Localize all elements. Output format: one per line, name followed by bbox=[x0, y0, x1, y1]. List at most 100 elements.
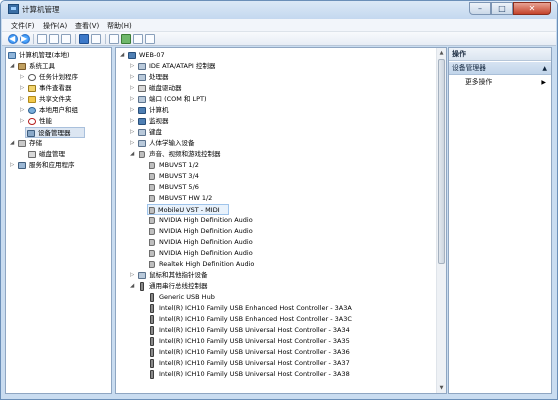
tree-label: 计算机管理(本地) bbox=[19, 51, 70, 59]
speaker-icon bbox=[149, 207, 155, 214]
arrow-left-icon: ◀ bbox=[9, 34, 16, 43]
device-item-selected[interactable]: MobileU VST - MIDI bbox=[147, 204, 229, 215]
ide-controller-icon bbox=[138, 63, 146, 70]
collapse-triangle-icon[interactable]: ◢ bbox=[130, 149, 134, 160]
tree-label: 事件查看器 bbox=[39, 84, 72, 92]
speaker-icon bbox=[149, 184, 155, 191]
computer-management-icon bbox=[8, 4, 19, 14]
expand-triangle-icon[interactable]: ▷ bbox=[130, 105, 134, 116]
speaker-icon bbox=[139, 151, 145, 158]
expand-triangle-icon[interactable]: ▷ bbox=[130, 127, 134, 138]
actions-section-label: 设备管理器 bbox=[452, 64, 486, 72]
help-button[interactable] bbox=[79, 34, 89, 44]
toolbar-separator bbox=[75, 34, 76, 44]
speaker-icon bbox=[149, 173, 155, 180]
tree-label: 设备管理器 bbox=[38, 129, 71, 137]
device-manager-icon bbox=[27, 130, 35, 137]
properties-button[interactable] bbox=[61, 34, 71, 44]
tree-label: NVIDIA High Definition Audio bbox=[159, 216, 253, 224]
caption-buttons: – □ ✕ bbox=[469, 2, 551, 15]
processor-icon bbox=[138, 74, 146, 81]
expand-triangle-icon[interactable]: ▷ bbox=[130, 83, 134, 94]
expand-triangle-icon[interactable]: ▷ bbox=[20, 72, 24, 83]
scroll-up-icon[interactable]: ▲ bbox=[438, 49, 445, 57]
tree-label: 本地用户和组 bbox=[39, 106, 78, 114]
expand-triangle-icon[interactable]: ▷ bbox=[20, 116, 24, 127]
close-button[interactable]: ✕ bbox=[513, 2, 551, 15]
expand-triangle-icon[interactable]: ▷ bbox=[20, 94, 24, 105]
tree-label: 性能 bbox=[39, 117, 52, 125]
expand-triangle-icon[interactable]: ▷ bbox=[20, 105, 24, 116]
title-bar: 计算机管理 – □ ✕ bbox=[1, 1, 557, 19]
usb-icon bbox=[150, 370, 154, 379]
update-driver-button[interactable] bbox=[121, 34, 131, 44]
up-one-level-button[interactable] bbox=[37, 34, 47, 44]
tree-label: NVIDIA High Definition Audio bbox=[159, 238, 253, 246]
console-tree-pane: 计算机管理(本地) ◢ 系统工具 ▷ 任务计划程序 ▷ 事件查看器 ▷ 共享文件… bbox=[5, 47, 112, 394]
tree-label: 鼠标和其他指针设备 bbox=[149, 271, 208, 279]
actions-section-device-manager[interactable]: 设备管理器 ▲ bbox=[449, 62, 551, 75]
usb-icon bbox=[150, 337, 154, 346]
collapse-triangle-icon[interactable]: ◢ bbox=[130, 281, 134, 292]
collapse-triangle-icon[interactable]: ◢ bbox=[10, 61, 14, 72]
usb-icon bbox=[150, 348, 154, 357]
expand-triangle-icon[interactable]: ▷ bbox=[20, 83, 24, 94]
expand-triangle-icon[interactable]: ▷ bbox=[130, 72, 134, 83]
back-button[interactable]: ◀ bbox=[8, 34, 18, 44]
menu-view[interactable]: 查看(V) bbox=[75, 21, 99, 31]
monitor-icon bbox=[138, 118, 146, 125]
collapse-up-icon[interactable]: ▲ bbox=[542, 62, 547, 75]
tree-label: NVIDIA High Definition Audio bbox=[159, 227, 253, 235]
expand-triangle-icon[interactable]: ▷ bbox=[130, 138, 134, 149]
submenu-arrow-icon[interactable]: ▶ bbox=[541, 77, 546, 88]
event-viewer-icon bbox=[28, 85, 36, 92]
tree-label: 系统工具 bbox=[29, 62, 55, 70]
clock-icon bbox=[28, 74, 36, 81]
tree-label: MBUVST HW 1/2 bbox=[159, 194, 213, 202]
scan-hardware-button[interactable] bbox=[109, 34, 119, 44]
show-hide-tree-button[interactable] bbox=[49, 34, 59, 44]
tree-label: 人体学输入设备 bbox=[149, 139, 195, 147]
storage-icon bbox=[18, 140, 26, 147]
tree-label: Realtek High Definition Audio bbox=[159, 260, 255, 268]
keyboard-icon bbox=[138, 129, 146, 136]
tree-label: Intel(R) ICH10 Family USB Universal Host… bbox=[159, 326, 350, 334]
scrollbar-thumb[interactable] bbox=[438, 59, 445, 264]
menu-action[interactable]: 操作(A) bbox=[43, 21, 67, 31]
tree-label: 磁盘驱动器 bbox=[149, 84, 182, 92]
tree-label: Intel(R) ICH10 Family USB Universal Host… bbox=[159, 348, 350, 356]
tree-label: 共享文件夹 bbox=[39, 95, 72, 103]
expand-triangle-icon[interactable]: ▷ bbox=[130, 116, 134, 127]
vertical-scrollbar[interactable]: ▲ ▼ bbox=[436, 48, 446, 393]
tree-label: 键盘 bbox=[149, 128, 162, 136]
toolbar: ◀ ▶ bbox=[2, 32, 556, 46]
show-action-pane-button[interactable] bbox=[91, 34, 101, 44]
tree-item-device-manager[interactable]: 设备管理器 bbox=[25, 127, 85, 138]
expand-triangle-icon[interactable]: ▷ bbox=[130, 94, 134, 105]
tree-label: WEB-07 bbox=[139, 51, 165, 59]
expand-triangle-icon[interactable]: ▷ bbox=[10, 160, 14, 171]
scroll-down-icon[interactable]: ▼ bbox=[438, 384, 445, 392]
arrow-right-icon: ▶ bbox=[21, 34, 28, 43]
speaker-icon bbox=[149, 162, 155, 169]
collapse-triangle-icon[interactable]: ◢ bbox=[10, 138, 14, 149]
tree-label: 端口 (COM 和 LPT) bbox=[149, 95, 207, 103]
services-icon bbox=[18, 162, 26, 169]
expand-triangle-icon[interactable]: ▷ bbox=[130, 61, 134, 72]
speaker-icon bbox=[149, 250, 155, 257]
tree-label: 计算机 bbox=[149, 106, 169, 114]
menu-help[interactable]: 帮助(H) bbox=[107, 21, 132, 31]
expand-triangle-icon[interactable]: ▷ bbox=[130, 270, 134, 281]
minimize-button[interactable]: – bbox=[469, 2, 491, 15]
maximize-button[interactable]: □ bbox=[491, 2, 513, 15]
collapse-triangle-icon[interactable]: ◢ bbox=[120, 50, 124, 61]
disable-device-button[interactable] bbox=[133, 34, 143, 44]
tree-label: Intel(R) ICH10 Family USB Enhanced Host … bbox=[159, 304, 352, 312]
actions-pane: 操作 设备管理器 ▲ 更多操作 ▶ bbox=[448, 47, 552, 394]
uninstall-device-button[interactable] bbox=[145, 34, 155, 44]
usb-icon bbox=[140, 282, 144, 291]
more-actions-item[interactable]: 更多操作 bbox=[465, 77, 492, 88]
usb-icon bbox=[150, 293, 154, 302]
menu-file[interactable]: 文件(F) bbox=[11, 21, 35, 31]
forward-button[interactable]: ▶ bbox=[20, 34, 30, 44]
